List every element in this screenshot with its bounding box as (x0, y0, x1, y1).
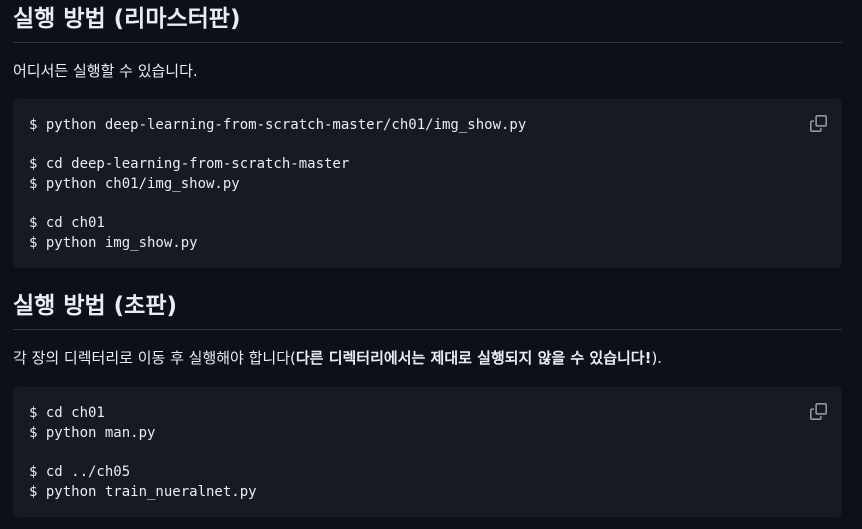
section-heading-remaster: 실행 방법 (리마스터판) (13, 6, 241, 32)
code-line: $ python img_show.py (29, 235, 198, 251)
description-warning: 다른 디렉터리에서는 제대로 실행되지 않을 수 있습니다! (295, 349, 652, 367)
code-block-remaster[interactable]: $ python deep-learning-from-scratch-mast… (13, 99, 842, 268)
code-line: $ python ch01/img_show.py (29, 176, 240, 192)
readme-page: 실행 방법 (리마스터판) 어디서든 실행할 수 있습니다. $ python … (0, 0, 862, 529)
section-description: 각 장의 디렉터리로 이동 후 실행해야 합니다(다른 디렉터리에서는 제대로 … (13, 347, 662, 369)
copy-button[interactable] (806, 111, 830, 135)
heading-divider (13, 329, 842, 330)
section-heading-first-edition: 실행 방법 (초판) (13, 293, 177, 319)
code-line: $ cd deep-learning-from-scratch-master (29, 156, 350, 172)
description-text: 각 장의 디렉터리로 이동 후 실행해야 합니다( (13, 349, 296, 367)
code-line: $ python deep-learning-from-scratch-mast… (29, 117, 527, 133)
code-line: $ python train_nueralnet.py (29, 484, 257, 500)
copy-button[interactable] (806, 399, 830, 423)
heading-divider (13, 42, 842, 43)
code-line: $ cd ../ch05 (29, 464, 131, 480)
code-line: $ cd ch01 (29, 215, 105, 231)
code-line: $ cd ch01 (29, 405, 105, 421)
copy-icon (809, 114, 827, 132)
section-description: 어디서든 실행할 수 있습니다. (13, 62, 198, 80)
copy-icon (809, 402, 827, 420)
description-text-end: ). (651, 349, 663, 367)
code-line: $ python man.py (29, 425, 156, 441)
code-block-first-edition[interactable]: $ cd ch01 $ python man.py $ cd ../ch05 $… (13, 387, 842, 517)
